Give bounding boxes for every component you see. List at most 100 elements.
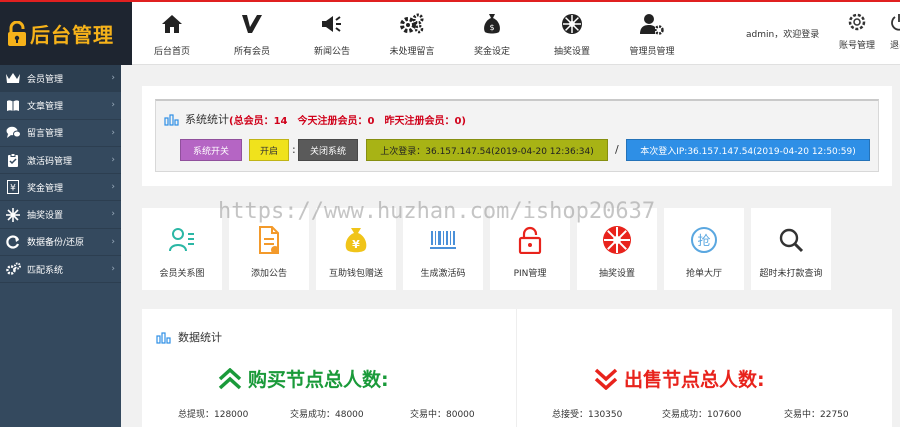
- bar-chart-icon: [156, 332, 171, 344]
- tile-label: 添加公告: [250, 269, 287, 279]
- welcome-text: admin，欢迎登录: [746, 30, 820, 40]
- last-login-button[interactable]: 上次登录：36.157.147.54(2019-04-20 12:36:34): [366, 139, 608, 161]
- wheel-icon: [602, 225, 632, 255]
- tile-wallet-gift[interactable]: ¥ 互助钱包赠送: [316, 208, 396, 290]
- data-stats-panel: 数据统计 购买节点总人数: 总提现：128000 交易成功：48000 交易中：…: [142, 309, 892, 427]
- svg-text:$: $: [489, 23, 494, 32]
- tile-pin-management[interactable]: PIN管理: [490, 208, 570, 290]
- current-login-button[interactable]: 本次登入IP:36.157.147.54(2019-04-20 12:50:59…: [626, 139, 870, 161]
- sidebar-item-label: 激活码管理: [27, 156, 73, 167]
- logo: 后台管理: [0, 2, 132, 65]
- sidebar-item-label: 数据备份/还原: [27, 238, 85, 249]
- tile-label: 抢单大厅: [685, 269, 722, 279]
- stats-title: 系统统计: [185, 113, 229, 126]
- svg-text:¥: ¥: [352, 238, 360, 251]
- tile-label: 会员关系图: [159, 269, 205, 279]
- account-button[interactable]: 账号管理: [832, 12, 882, 51]
- chevron-right-icon: ›: [111, 100, 115, 111]
- book-icon: [5, 98, 21, 112]
- gear-icon: [848, 13, 866, 31]
- snowflake-icon: [5, 207, 21, 222]
- buy-pending: 交易中：80000: [410, 410, 475, 420]
- tile-label: 抽奖设置: [598, 269, 635, 279]
- logout-label: 退出: [889, 41, 900, 51]
- chevron-right-icon: ›: [111, 264, 115, 275]
- tile-generate-code[interactable]: 生成激活码: [403, 208, 483, 290]
- tile-lottery-settings[interactable]: 抽奖设置: [577, 208, 657, 290]
- double-chevron-up-icon: [218, 367, 242, 389]
- close-system-button[interactable]: 关闭系统: [298, 139, 358, 161]
- sidebar-item-bonus[interactable]: ¥ 奖金管理 ›: [0, 174, 121, 202]
- logout-button[interactable]: 退出: [884, 12, 900, 51]
- double-chevron-down-icon: [594, 368, 618, 390]
- chat-icon: [5, 126, 21, 140]
- sidebar-item-matching[interactable]: 匹配系统 ›: [0, 256, 121, 284]
- crown-icon: [5, 71, 21, 85]
- slash-separator: /: [615, 143, 619, 156]
- colon-separator: :: [292, 143, 296, 156]
- tile-label: 互助钱包赠送: [328, 269, 383, 279]
- yen-bag-icon: ¥: [343, 225, 369, 255]
- stats-title-row: 系统统计 (总会员：14 今天注册会员：0 昨天注册会员：0): [164, 111, 466, 127]
- system-stats-panel: 系统统计 (总会员：14 今天注册会员：0 昨天注册会员：0) 系统开关 开启 …: [142, 86, 892, 186]
- buy-heading: 购买节点总人数:: [218, 365, 389, 392]
- gears-icon: [399, 12, 425, 36]
- nav-label: 所有会员: [233, 47, 270, 57]
- sell-heading: 出售节点总人数:: [594, 365, 765, 392]
- user-gear-icon: [640, 12, 664, 36]
- buy-heading-text: 购买节点总人数:: [248, 369, 389, 391]
- gears-icon: [5, 262, 21, 276]
- nav-label: 后台首页: [153, 47, 190, 57]
- sidebar-item-backup[interactable]: 数据备份/还原 ›: [0, 229, 121, 257]
- search-icon: [778, 225, 804, 255]
- open-button[interactable]: 开启: [249, 139, 289, 161]
- sidebar-item-articles[interactable]: 文章管理 ›: [0, 92, 121, 120]
- nav-label: 管理员管理: [629, 47, 675, 57]
- tile-label: 生成激活码: [420, 269, 466, 279]
- account-label: 账号管理: [838, 41, 875, 51]
- sell-success: 交易成功：107600: [662, 410, 742, 420]
- nav-home[interactable]: 后台首页: [132, 2, 212, 65]
- v-logo-icon: [241, 12, 263, 36]
- sidebar-item-label: 抽奖设置: [27, 211, 64, 222]
- buy-total: 总提现：128000: [178, 410, 249, 420]
- member-tree-icon: [168, 225, 196, 255]
- wheel-icon: [561, 12, 583, 36]
- sidebar-item-label: 留言管理: [27, 129, 64, 140]
- sidebar-item-lottery[interactable]: 抽奖设置 ›: [0, 201, 121, 229]
- system-switch-button[interactable]: 系统开关: [180, 139, 242, 161]
- sidebar-item-activation-codes[interactable]: 激活码管理 ›: [0, 147, 121, 175]
- bar-chart-icon: [164, 114, 179, 126]
- nav-bonus[interactable]: $ 奖金设定: [452, 2, 532, 65]
- nav-lottery[interactable]: 抽奖设置: [532, 2, 612, 65]
- nav-news[interactable]: 新闻公告: [292, 2, 372, 65]
- svg-text:¥: ¥: [10, 184, 16, 194]
- megaphone-icon: [320, 12, 344, 36]
- add-notice-icon: [257, 225, 281, 255]
- nav-label: 奖金设定: [473, 47, 510, 57]
- tile-label: PIN管理: [513, 269, 547, 279]
- nav-admins[interactable]: 管理员管理: [612, 2, 692, 65]
- nav-messages[interactable]: 未处理留言: [372, 2, 452, 65]
- money-bag-icon: $: [482, 12, 502, 36]
- sidebar-item-label: 会员管理: [27, 74, 64, 85]
- nav-label: 未处理留言: [389, 47, 435, 57]
- tile-overdue-query[interactable]: 超时未打款查询: [751, 208, 831, 290]
- tile-member-tree[interactable]: 会员关系图: [142, 208, 222, 290]
- svg-text:抢: 抢: [697, 233, 710, 249]
- tile-grab-hall[interactable]: 抢 抢单大厅: [664, 208, 744, 290]
- power-icon: [891, 14, 900, 31]
- nav-label: 抽奖设置: [553, 47, 590, 57]
- nav-members[interactable]: 所有会员: [212, 2, 292, 65]
- tile-add-notice[interactable]: 添加公告: [229, 208, 309, 290]
- chevron-right-icon: ›: [111, 236, 115, 247]
- sell-pending: 交易中：22750: [784, 410, 849, 420]
- chevron-right-icon: ›: [111, 73, 115, 83]
- top-navbar: 后台首页 所有会员 新闻公告 未处理留言 $ 奖金设定 抽奖设置 管理员管理 a…: [132, 2, 900, 65]
- sidebar-item-messages[interactable]: 留言管理 ›: [0, 120, 121, 147]
- system-stats-box: 系统统计 (总会员：14 今天注册会员：0 昨天注册会员：0) 系统开关 开启 …: [155, 99, 879, 172]
- column-divider: [516, 309, 517, 427]
- sidebar-item-members[interactable]: 会员管理 ›: [0, 65, 121, 93]
- home-icon: [161, 12, 183, 36]
- nav-label: 新闻公告: [313, 47, 350, 57]
